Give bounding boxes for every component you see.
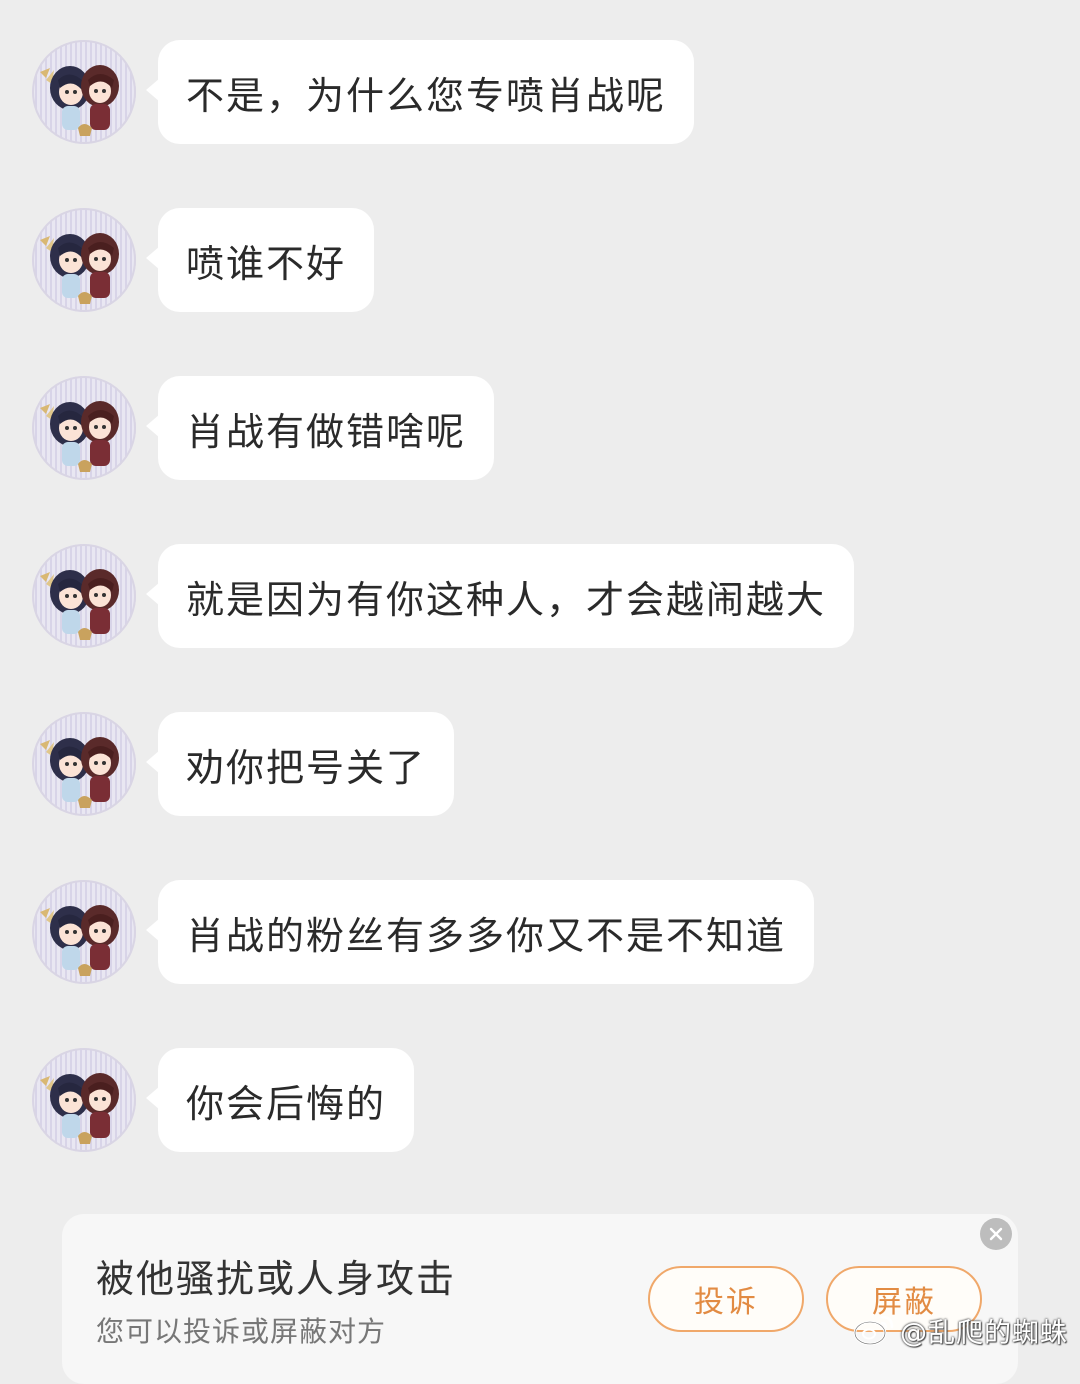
message-bubble[interactable]: 喷谁不好 bbox=[158, 208, 375, 312]
message-text: 就是因为有你这种人，才会越闹越大 bbox=[186, 577, 827, 622]
message-bubble[interactable]: 就是因为有你这种人，才会越闹越大 bbox=[158, 544, 855, 648]
avatar-image bbox=[40, 569, 119, 640]
complain-button[interactable]: 投诉 bbox=[648, 1266, 804, 1332]
weibo-logo-icon bbox=[853, 1315, 894, 1346]
message-bubble[interactable]: 肖战的粉丝有多多你又不是不知道 bbox=[158, 880, 815, 984]
avatar[interactable] bbox=[32, 40, 136, 144]
avatar-image bbox=[40, 1073, 119, 1144]
message-row: 喷谁不好 bbox=[0, 208, 1080, 318]
message-row: 就是因为有你这种人，才会越闹越大 bbox=[0, 544, 1080, 654]
avatar-image bbox=[40, 401, 119, 472]
avatar-image bbox=[40, 65, 119, 136]
message-text: 不是，为什么您专喷肖战呢 bbox=[186, 73, 667, 118]
watermark: @乱爬的蜘蛛 bbox=[852, 1310, 1068, 1350]
avatar[interactable] bbox=[32, 712, 136, 816]
avatar[interactable] bbox=[32, 1048, 136, 1152]
avatar-image bbox=[40, 737, 119, 808]
avatar-image bbox=[40, 233, 119, 304]
message-bubble[interactable]: 劝你把号关了 bbox=[158, 712, 455, 816]
message-bubble[interactable]: 肖战有做错啥呢 bbox=[158, 376, 495, 480]
message-bubble[interactable]: 你会后悔的 bbox=[158, 1048, 415, 1152]
close-icon[interactable] bbox=[980, 1218, 1012, 1250]
avatar[interactable] bbox=[32, 880, 136, 984]
message-row: 肖战有做错啥呢 bbox=[0, 376, 1080, 486]
message-row: 不是，为什么您专喷肖战呢 bbox=[0, 40, 1080, 150]
banner-subtitle: 您可以投诉或屏蔽对方 bbox=[96, 1315, 387, 1348]
avatar-image bbox=[40, 905, 119, 976]
harassment-banner: 被他骚扰或人身攻击 您可以投诉或屏蔽对方 投诉 屏蔽 bbox=[62, 1214, 1018, 1384]
banner-title: 被他骚扰或人身攻击 bbox=[96, 1257, 457, 1301]
message-text: 肖战的粉丝有多多你又不是不知道 bbox=[186, 913, 787, 958]
close-icon-glyph bbox=[989, 1227, 1003, 1241]
message-row: 你会后悔的 bbox=[0, 1048, 1080, 1158]
message-text: 你会后悔的 bbox=[186, 1081, 387, 1126]
message-row: 肖战的粉丝有多多你又不是不知道 bbox=[0, 880, 1080, 990]
message-row: 劝你把号关了 bbox=[0, 712, 1080, 822]
avatar[interactable] bbox=[32, 208, 136, 312]
message-bubble[interactable]: 不是，为什么您专喷肖战呢 bbox=[158, 40, 695, 144]
message-text: 劝你把号关了 bbox=[186, 745, 427, 790]
watermark-text: @乱爬的蜘蛛 bbox=[900, 1317, 1068, 1349]
avatar[interactable] bbox=[32, 544, 136, 648]
avatar[interactable] bbox=[32, 376, 136, 480]
message-text: 喷谁不好 bbox=[186, 241, 347, 286]
message-text: 肖战有做错啥呢 bbox=[186, 409, 467, 454]
